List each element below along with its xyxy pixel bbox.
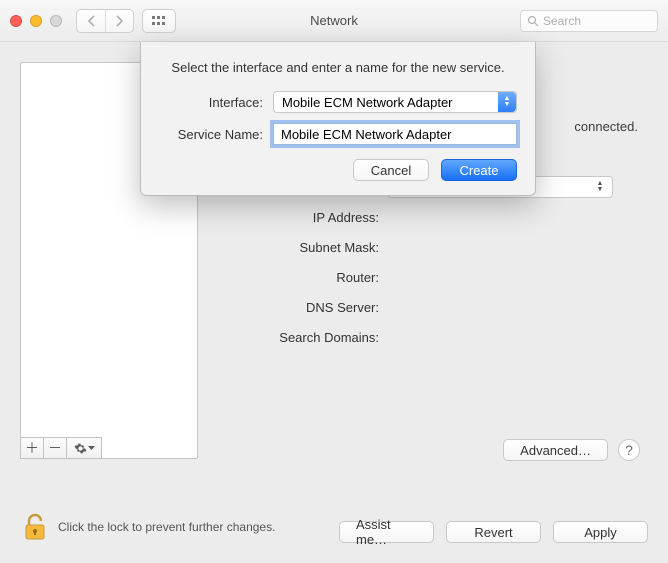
new-service-sheet: Select the interface and enter a name fo… [140,42,536,196]
lock-icon[interactable] [22,512,48,541]
forward-button[interactable] [105,10,133,32]
lock-row: Click the lock to prevent further change… [22,512,275,541]
show-all-button[interactable] [142,9,176,33]
subnet-mask-label: Subnet Mask: [210,240,387,255]
search-domains-label: Search Domains: [210,330,387,345]
router-label: Router: [210,270,387,285]
service-name-label: Service Name: [159,127,273,142]
traffic-lights [10,15,62,27]
zoom-window-button[interactable] [50,15,62,27]
assist-me-button[interactable]: Assist me… [339,521,434,543]
service-name-input[interactable] [273,123,517,145]
interface-select-value: Mobile ECM Network Adapter [282,95,453,110]
create-button[interactable]: Create [441,159,517,181]
select-stepper-icon: ▲▼ [498,92,516,112]
search-field[interactable]: Search [520,10,658,32]
service-actions-button[interactable] [66,437,102,459]
interface-label: Interface: [159,95,273,110]
services-list-toolbar: ＋ － [20,437,101,459]
sheet-prompt: Select the interface and enter a name fo… [159,60,517,75]
window-titlebar: Network Search [0,0,668,42]
ip-address-label: IP Address: [210,210,387,225]
back-button[interactable] [77,10,105,32]
minimize-window-button[interactable] [30,15,42,27]
search-icon [527,15,539,27]
status-text-fragment: connected. [574,119,638,134]
select-stepper-icon: ▲▼ [592,179,608,195]
add-service-button[interactable]: ＋ [20,437,44,459]
help-button[interactable]: ? [618,439,640,461]
window-title: Network [310,13,358,28]
revert-button[interactable]: Revert [446,521,541,543]
cancel-button[interactable]: Cancel [353,159,429,181]
bottom-button-row: Assist me… Revert Apply [339,521,648,543]
nav-button-group [76,9,134,33]
apply-button[interactable]: Apply [553,521,648,543]
close-window-button[interactable] [10,15,22,27]
gear-icon [74,442,87,455]
remove-service-button[interactable]: － [43,437,67,459]
dns-server-label: DNS Server: [210,300,387,315]
preferences-content: ＋ － connected. Configure IPv4: Using DHC… [0,42,668,563]
search-placeholder: Search [543,14,581,28]
chevron-down-icon [88,446,95,451]
interface-select[interactable]: Mobile ECM Network Adapter ▲▼ [273,91,517,113]
advanced-button[interactable]: Advanced… [503,439,608,461]
lock-text: Click the lock to prevent further change… [58,520,275,534]
